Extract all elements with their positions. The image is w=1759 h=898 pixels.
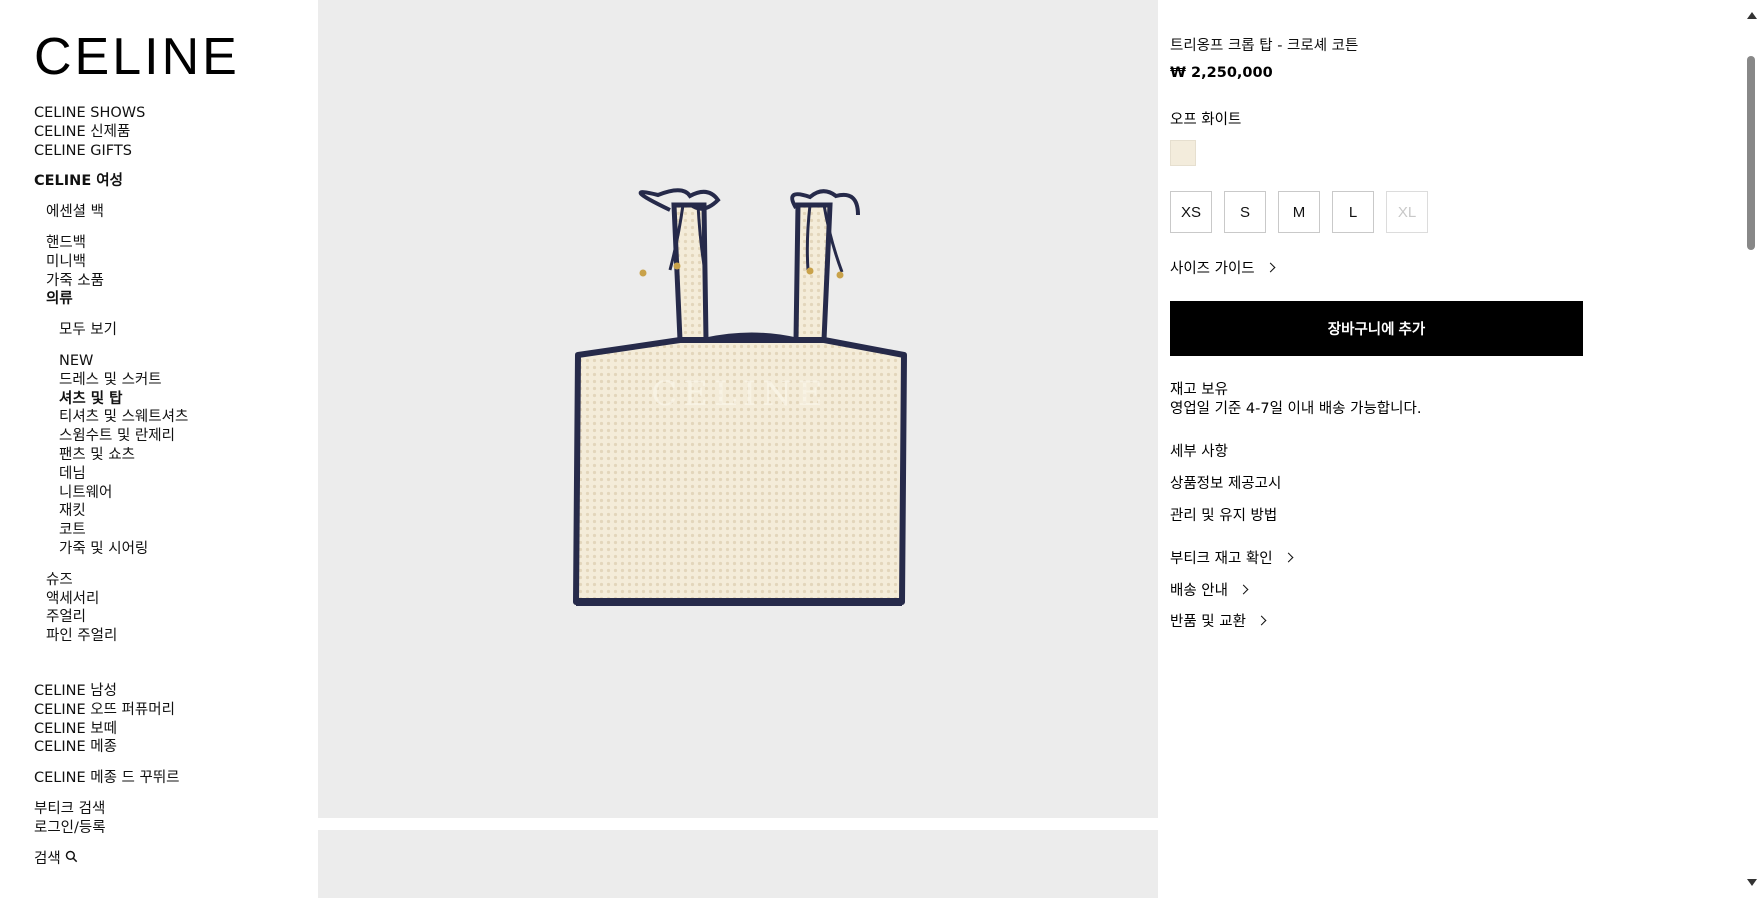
nav-mini-bags[interactable]: 미니백 [34, 253, 314, 272]
svg-text:CELINE: CELINE [651, 374, 828, 414]
nav-haute-parfumerie[interactable]: CELINE 오뜨 퍼퓨머리 [34, 701, 314, 720]
nav-clothing[interactable]: 의류 [34, 290, 314, 309]
returns-link[interactable]: 반품 및 교환 [1170, 610, 1267, 631]
shipping-note: 영업일 기준 4-7일 이내 배송 가능합니다. [1170, 401, 1422, 417]
nav-search[interactable]: 검색 [34, 850, 314, 869]
nav-clothing-view-all[interactable]: 모두 보기 [34, 321, 314, 340]
stock-info: 재고 보유 영업일 기준 4-7일 이내 배송 가능합니다. [1170, 381, 1421, 419]
scroll-down-arrow-icon[interactable] [1747, 879, 1757, 886]
chevron-right-icon [1256, 615, 1267, 626]
search-label: 검색 [34, 850, 61, 867]
nav-clothing-new[interactable]: NEW [34, 352, 314, 371]
size-m-button[interactable]: M [1278, 191, 1320, 233]
product-info-link[interactable]: 상품정보 제공고시 [1170, 472, 1281, 493]
care-link[interactable]: 관리 및 유지 방법 [1170, 504, 1277, 525]
delivery-link[interactable]: 배송 안내 [1170, 579, 1249, 600]
details-link[interactable]: 세부 사항 [1170, 440, 1228, 461]
boutique-stock-link[interactable]: 부티크 재고 확인 [1170, 547, 1294, 568]
nav-maison-couture[interactable]: CELINE 메종 드 꾸뛰르 [34, 769, 314, 788]
chevron-right-icon [1238, 584, 1249, 595]
nav-leather-goods[interactable]: 가죽 소품 [34, 272, 314, 291]
size-selector: XS S M L XL [1170, 191, 1428, 233]
nav-dresses-skirts[interactable]: 드레스 및 스커트 [34, 371, 314, 390]
nav-knitwear[interactable]: 니트웨어 [34, 484, 314, 503]
nav-login-register[interactable]: 로그인/등록 [34, 819, 314, 838]
product-price: ₩ 2,250,000 [1170, 65, 1273, 81]
stock-status: 재고 보유 [1170, 382, 1228, 398]
search-icon [66, 850, 78, 862]
nav-swimwear-lingerie[interactable]: 스윔수트 및 란제리 [34, 427, 314, 446]
sidebar: CELINE CELINE SHOWS CELINE 신제품 CELINE GI… [0, 0, 318, 898]
chevron-right-icon [1283, 552, 1294, 563]
nav-coats[interactable]: 코트 [34, 521, 314, 540]
color-name: 오프 화이트 [1170, 112, 1242, 128]
nav-jackets[interactable]: 재킷 [34, 502, 314, 521]
celine-logo[interactable]: CELINE [34, 31, 240, 83]
chevron-right-icon [1265, 262, 1276, 273]
nav-denim[interactable]: 데님 [34, 465, 314, 484]
nav-celine-shows[interactable]: CELINE SHOWS [34, 104, 314, 123]
nav-tshirts-sweatshirts[interactable]: 티셔츠 및 스웨트셔츠 [34, 408, 314, 427]
product-page: CELINE CELINE SHOWS CELINE 신제품 CELINE GI… [0, 0, 1759, 898]
boutique-stock-label: 부티크 재고 확인 [1170, 551, 1273, 567]
product-title: 트리옹프 크롭 탑 - 크로셰 코튼 [1170, 38, 1359, 54]
nav-shirts-tops[interactable]: 셔츠 및 탑 [34, 390, 314, 409]
nav-celine-gifts[interactable]: CELINE GIFTS [34, 142, 314, 161]
size-s-button[interactable]: S [1224, 191, 1266, 233]
product-details-panel: 트리옹프 크롭 탑 - 크로셰 코튼 ₩ 2,250,000 오프 화이트 XS… [1170, 0, 1730, 898]
details-label: 세부 사항 [1170, 444, 1228, 460]
add-to-cart-button[interactable]: 장바구니에 추가 [1170, 301, 1583, 356]
size-xl-button[interactable]: XL [1386, 191, 1428, 233]
nav-leather-shearling[interactable]: 가죽 및 시어링 [34, 540, 314, 559]
product-image-main[interactable]: CELINE [318, 0, 1158, 818]
nav-fine-jewelry[interactable]: 파인 주얼리 [34, 627, 314, 646]
care-label: 관리 및 유지 방법 [1170, 508, 1278, 524]
scrollbar-thumb[interactable] [1747, 56, 1755, 250]
nav-shoes[interactable]: 슈즈 [34, 571, 314, 590]
nav-essential-bags[interactable]: 에센셜 백 [34, 203, 314, 222]
nav-pants-shorts[interactable]: 팬츠 및 쇼츠 [34, 446, 314, 465]
sidebar-nav: CELINE SHOWS CELINE 신제품 CELINE GIFTS CEL… [34, 104, 314, 868]
scroll-up-arrow-icon[interactable] [1747, 12, 1757, 19]
delivery-label: 배송 안내 [1170, 583, 1228, 599]
nav-accessories[interactable]: 액세서리 [34, 590, 314, 609]
nav-celine-women[interactable]: CELINE 여성 [34, 172, 314, 191]
nav-celine-men[interactable]: CELINE 남성 [34, 682, 314, 701]
nav-jewelry[interactable]: 주얼리 [34, 608, 314, 627]
size-xs-button[interactable]: XS [1170, 191, 1212, 233]
nav-beaute[interactable]: CELINE 보떼 [34, 720, 314, 739]
size-guide-label: 사이즈 가이드 [1170, 261, 1255, 277]
nav-handbags[interactable]: 핸드백 [34, 234, 314, 253]
color-swatch-off-white[interactable] [1170, 140, 1196, 166]
size-l-button[interactable]: L [1332, 191, 1374, 233]
product-info-label: 상품정보 제공고시 [1170, 476, 1282, 492]
returns-label: 반품 및 교환 [1170, 614, 1246, 630]
product-image-secondary[interactable] [318, 830, 1158, 898]
scrollbar[interactable] [1743, 0, 1759, 898]
crochet-top-image: CELINE [573, 188, 907, 606]
nav-celine-new[interactable]: CELINE 신제품 [34, 123, 314, 142]
nav-maison[interactable]: CELINE 메종 [34, 738, 314, 757]
nav-store-locator[interactable]: 부티크 검색 [34, 800, 314, 819]
size-guide-link[interactable]: 사이즈 가이드 [1170, 257, 1276, 278]
